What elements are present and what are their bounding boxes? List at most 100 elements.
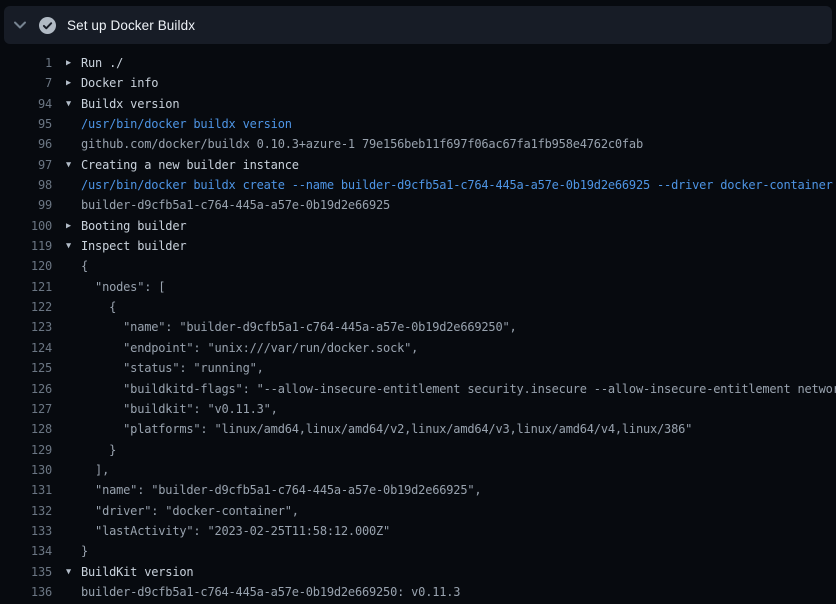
line-number[interactable]: 96 — [0, 134, 52, 154]
line-number[interactable]: 122 — [0, 297, 52, 317]
check-circle-icon — [39, 17, 56, 34]
log-line-text: "endpoint": "unix:///var/run/docker.sock… — [81, 338, 836, 358]
line-number[interactable]: 133 — [0, 521, 52, 541]
line-number[interactable]: 130 — [0, 460, 52, 480]
group-toggle-icon — [52, 399, 81, 419]
line-number[interactable]: 7 — [0, 73, 52, 93]
group-toggle-icon — [52, 419, 81, 439]
triangle-down-icon[interactable]: ▼ — [52, 155, 81, 175]
log-line: 95 /usr/bin/docker buildx version — [0, 114, 836, 134]
line-number[interactable]: 127 — [0, 399, 52, 419]
group-toggle-icon — [52, 175, 81, 195]
log-group-header[interactable]: 97 ▼ Creating a new builder instance — [0, 155, 836, 175]
log-line-text: builder-d9cfb5a1-c764-445a-a57e-0b19d2e6… — [81, 195, 836, 215]
group-toggle-icon — [52, 134, 81, 154]
log-line-text: "name": "builder-d9cfb5a1-c764-445a-a57e… — [81, 317, 836, 337]
line-number[interactable]: 119 — [0, 236, 52, 256]
group-toggle-icon — [52, 297, 81, 317]
log-line: 136 builder-d9cfb5a1-c764-445a-a57e-0b19… — [0, 582, 836, 602]
log-group-header[interactable]: 1 ▶ Run ./ — [0, 53, 836, 73]
log-line-text: "buildkit": "v0.11.3", — [81, 399, 836, 419]
line-number[interactable]: 95 — [0, 114, 52, 134]
step-header[interactable]: Set up Docker Buildx — [4, 6, 832, 44]
log-line-text: Docker info — [81, 73, 836, 93]
line-number[interactable]: 98 — [0, 175, 52, 195]
line-number[interactable]: 120 — [0, 256, 52, 276]
log-line-text: BuildKit version — [81, 562, 836, 582]
log-line: 123 "name": "builder-d9cfb5a1-c764-445a-… — [0, 317, 836, 337]
line-number[interactable]: 128 — [0, 419, 52, 439]
line-number[interactable]: 94 — [0, 94, 52, 114]
log-line: 124 "endpoint": "unix:///var/run/docker.… — [0, 338, 836, 358]
log-line: 134 } — [0, 541, 836, 561]
line-number[interactable]: 136 — [0, 582, 52, 602]
log-line-text: Run ./ — [81, 53, 836, 73]
log-line-text: ], — [81, 460, 836, 480]
group-toggle-icon — [52, 521, 81, 541]
line-number[interactable]: 135 — [0, 562, 52, 582]
line-number[interactable]: 132 — [0, 501, 52, 521]
line-number[interactable]: 121 — [0, 277, 52, 297]
group-toggle-icon — [52, 501, 81, 521]
line-number[interactable]: 131 — [0, 480, 52, 500]
log-line: 128 "platforms": "linux/amd64,linux/amd6… — [0, 419, 836, 439]
log-line-text: "nodes": [ — [81, 277, 836, 297]
group-toggle-icon — [52, 440, 81, 460]
log-group-header[interactable]: 7 ▶ Docker info — [0, 73, 836, 93]
log-line-text: "platforms": "linux/amd64,linux/amd64/v2… — [81, 419, 836, 439]
log-line: 125 "status": "running", — [0, 358, 836, 378]
log-line: 96 github.com/docker/buildx 0.10.3+azure… — [0, 134, 836, 154]
group-toggle-icon — [52, 480, 81, 500]
triangle-down-icon[interactable]: ▼ — [52, 94, 81, 114]
log-line: 127 "buildkit": "v0.11.3", — [0, 399, 836, 419]
step-title: Set up Docker Buildx — [67, 18, 195, 33]
log-line-text: "status": "running", — [81, 358, 836, 378]
log-line-text: } — [81, 541, 836, 561]
log-line-text: "name": "builder-d9cfb5a1-c764-445a-a57e… — [81, 480, 836, 500]
log-line-text: "driver": "docker-container", — [81, 501, 836, 521]
log-line: 120 { — [0, 256, 836, 276]
log-viewer: 1 ▶ Run ./ 7 ▶ Docker info 94 ▼ Buildx v… — [0, 53, 836, 602]
log-line: 129 } — [0, 440, 836, 460]
log-line-text: Creating a new builder instance — [81, 155, 836, 175]
line-number[interactable]: 134 — [0, 541, 52, 561]
log-line: 99 builder-d9cfb5a1-c764-445a-a57e-0b19d… — [0, 195, 836, 215]
log-line-text: } — [81, 440, 836, 460]
line-number[interactable]: 100 — [0, 216, 52, 236]
triangle-down-icon[interactable]: ▼ — [52, 236, 81, 256]
triangle-right-icon[interactable]: ▶ — [52, 73, 81, 93]
group-toggle-icon — [52, 114, 81, 134]
log-line-text: /usr/bin/docker buildx create --name bui… — [81, 175, 836, 195]
line-number[interactable]: 97 — [0, 155, 52, 175]
line-number[interactable]: 125 — [0, 358, 52, 378]
log-line-text: { — [81, 256, 836, 276]
log-line: 132 "driver": "docker-container", — [0, 501, 836, 521]
group-toggle-icon — [52, 277, 81, 297]
log-line-text: "buildkitd-flags": "--allow-insecure-ent… — [81, 379, 836, 399]
group-toggle-icon — [52, 379, 81, 399]
log-line-text: builder-d9cfb5a1-c764-445a-a57e-0b19d2e6… — [81, 582, 836, 602]
log-group-header[interactable]: 135 ▼ BuildKit version — [0, 562, 836, 582]
line-number[interactable]: 99 — [0, 195, 52, 215]
log-group-header[interactable]: 119 ▼ Inspect builder — [0, 236, 836, 256]
line-number[interactable]: 1 — [0, 53, 52, 73]
log-group-header[interactable]: 100 ▶ Booting builder — [0, 216, 836, 236]
line-number[interactable]: 123 — [0, 317, 52, 337]
log-line-text: "lastActivity": "2023-02-25T11:58:12.000… — [81, 521, 836, 541]
group-toggle-icon — [52, 582, 81, 602]
log-line-text: github.com/docker/buildx 0.10.3+azure-1 … — [81, 134, 836, 154]
log-group-header[interactable]: 94 ▼ Buildx version — [0, 94, 836, 114]
log-line: 121 "nodes": [ — [0, 277, 836, 297]
line-number[interactable]: 126 — [0, 379, 52, 399]
triangle-right-icon[interactable]: ▶ — [52, 53, 81, 73]
triangle-right-icon[interactable]: ▶ — [52, 216, 81, 236]
line-number[interactable]: 124 — [0, 338, 52, 358]
group-toggle-icon — [52, 460, 81, 480]
chevron-down-icon[interactable] — [12, 17, 28, 33]
group-toggle-icon — [52, 338, 81, 358]
log-line-text: Inspect builder — [81, 236, 836, 256]
triangle-down-icon[interactable]: ▼ — [52, 562, 81, 582]
group-toggle-icon — [52, 317, 81, 337]
log-line-text: /usr/bin/docker buildx version — [81, 114, 836, 134]
line-number[interactable]: 129 — [0, 440, 52, 460]
